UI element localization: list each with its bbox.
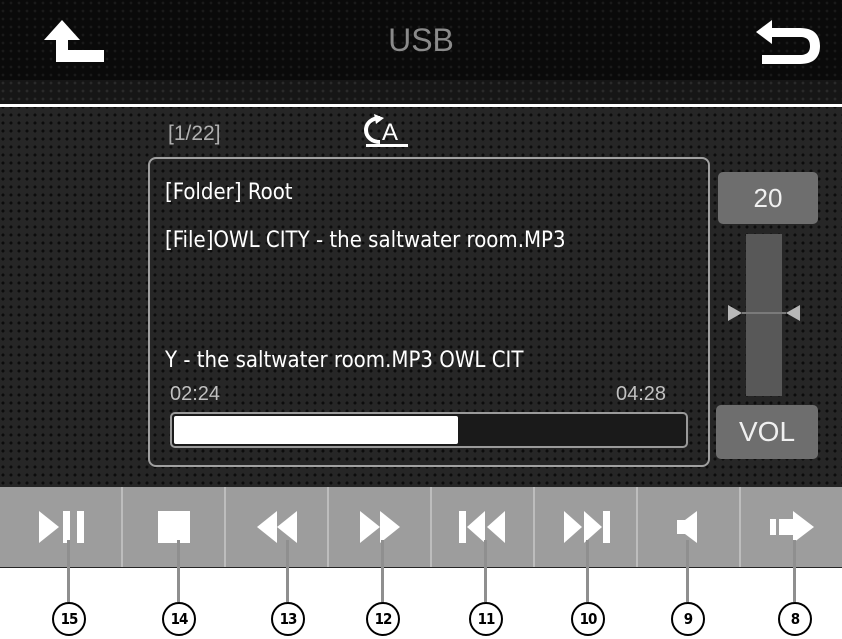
callout-number: 9 — [671, 602, 705, 636]
scrolling-title: Y - the saltwater room.MP3 OWL CIT — [165, 348, 524, 373]
page-title: USB — [388, 22, 454, 58]
return-icon[interactable] — [752, 16, 822, 68]
folder-name: [Folder] Root — [165, 180, 293, 205]
stop-button[interactable] — [123, 487, 226, 567]
callout-line — [67, 540, 70, 602]
stop-icon — [157, 511, 190, 543]
callout-number: 11 — [469, 602, 503, 636]
head-unit-screen: USB [1/22] A [Folder] Root [File]OWL CIT… — [0, 0, 842, 568]
fast-forward-icon — [359, 511, 400, 543]
callout-number: 8 — [778, 602, 812, 636]
mute-button[interactable] — [638, 487, 741, 567]
next-page-button[interactable] — [741, 487, 842, 567]
callout-line — [586, 540, 589, 602]
callout-line — [286, 540, 289, 602]
callout-line — [793, 540, 796, 602]
callout-number: 12 — [366, 602, 400, 636]
header-divider — [0, 104, 842, 107]
total-time: 04:28 — [616, 383, 667, 405]
play-pause-button[interactable] — [0, 487, 123, 567]
volume-level: 20 — [718, 172, 818, 224]
callout-line — [381, 540, 384, 602]
repeat-letter: A — [382, 119, 398, 146]
elapsed-time: 02:24 — [170, 383, 221, 405]
callout-number: 10 — [571, 602, 605, 636]
volume-slider-handle[interactable] — [728, 303, 800, 323]
progress-fill — [174, 416, 458, 444]
header-strip — [0, 80, 842, 104]
rewind-button[interactable] — [226, 487, 329, 567]
callout-number: 13 — [271, 602, 305, 636]
next-page-icon — [769, 511, 814, 543]
file-name: [File]OWL CITY - the saltwater room.MP3 — [165, 228, 566, 253]
callout-line — [484, 540, 487, 602]
progress-bar[interactable] — [170, 412, 688, 448]
callout-line — [686, 540, 689, 602]
rewind-icon — [256, 511, 297, 543]
repeat-all-icon[interactable]: A — [362, 112, 410, 148]
control-toolbar — [0, 487, 842, 567]
volume-button[interactable]: VOL — [716, 405, 818, 459]
play-pause-icon — [38, 511, 84, 543]
callout-number: 14 — [162, 602, 196, 636]
callout-line — [177, 540, 180, 602]
previous-track-icon — [458, 511, 505, 543]
callout-number: 15 — [52, 602, 86, 636]
track-counter: [1/22] — [168, 122, 221, 145]
